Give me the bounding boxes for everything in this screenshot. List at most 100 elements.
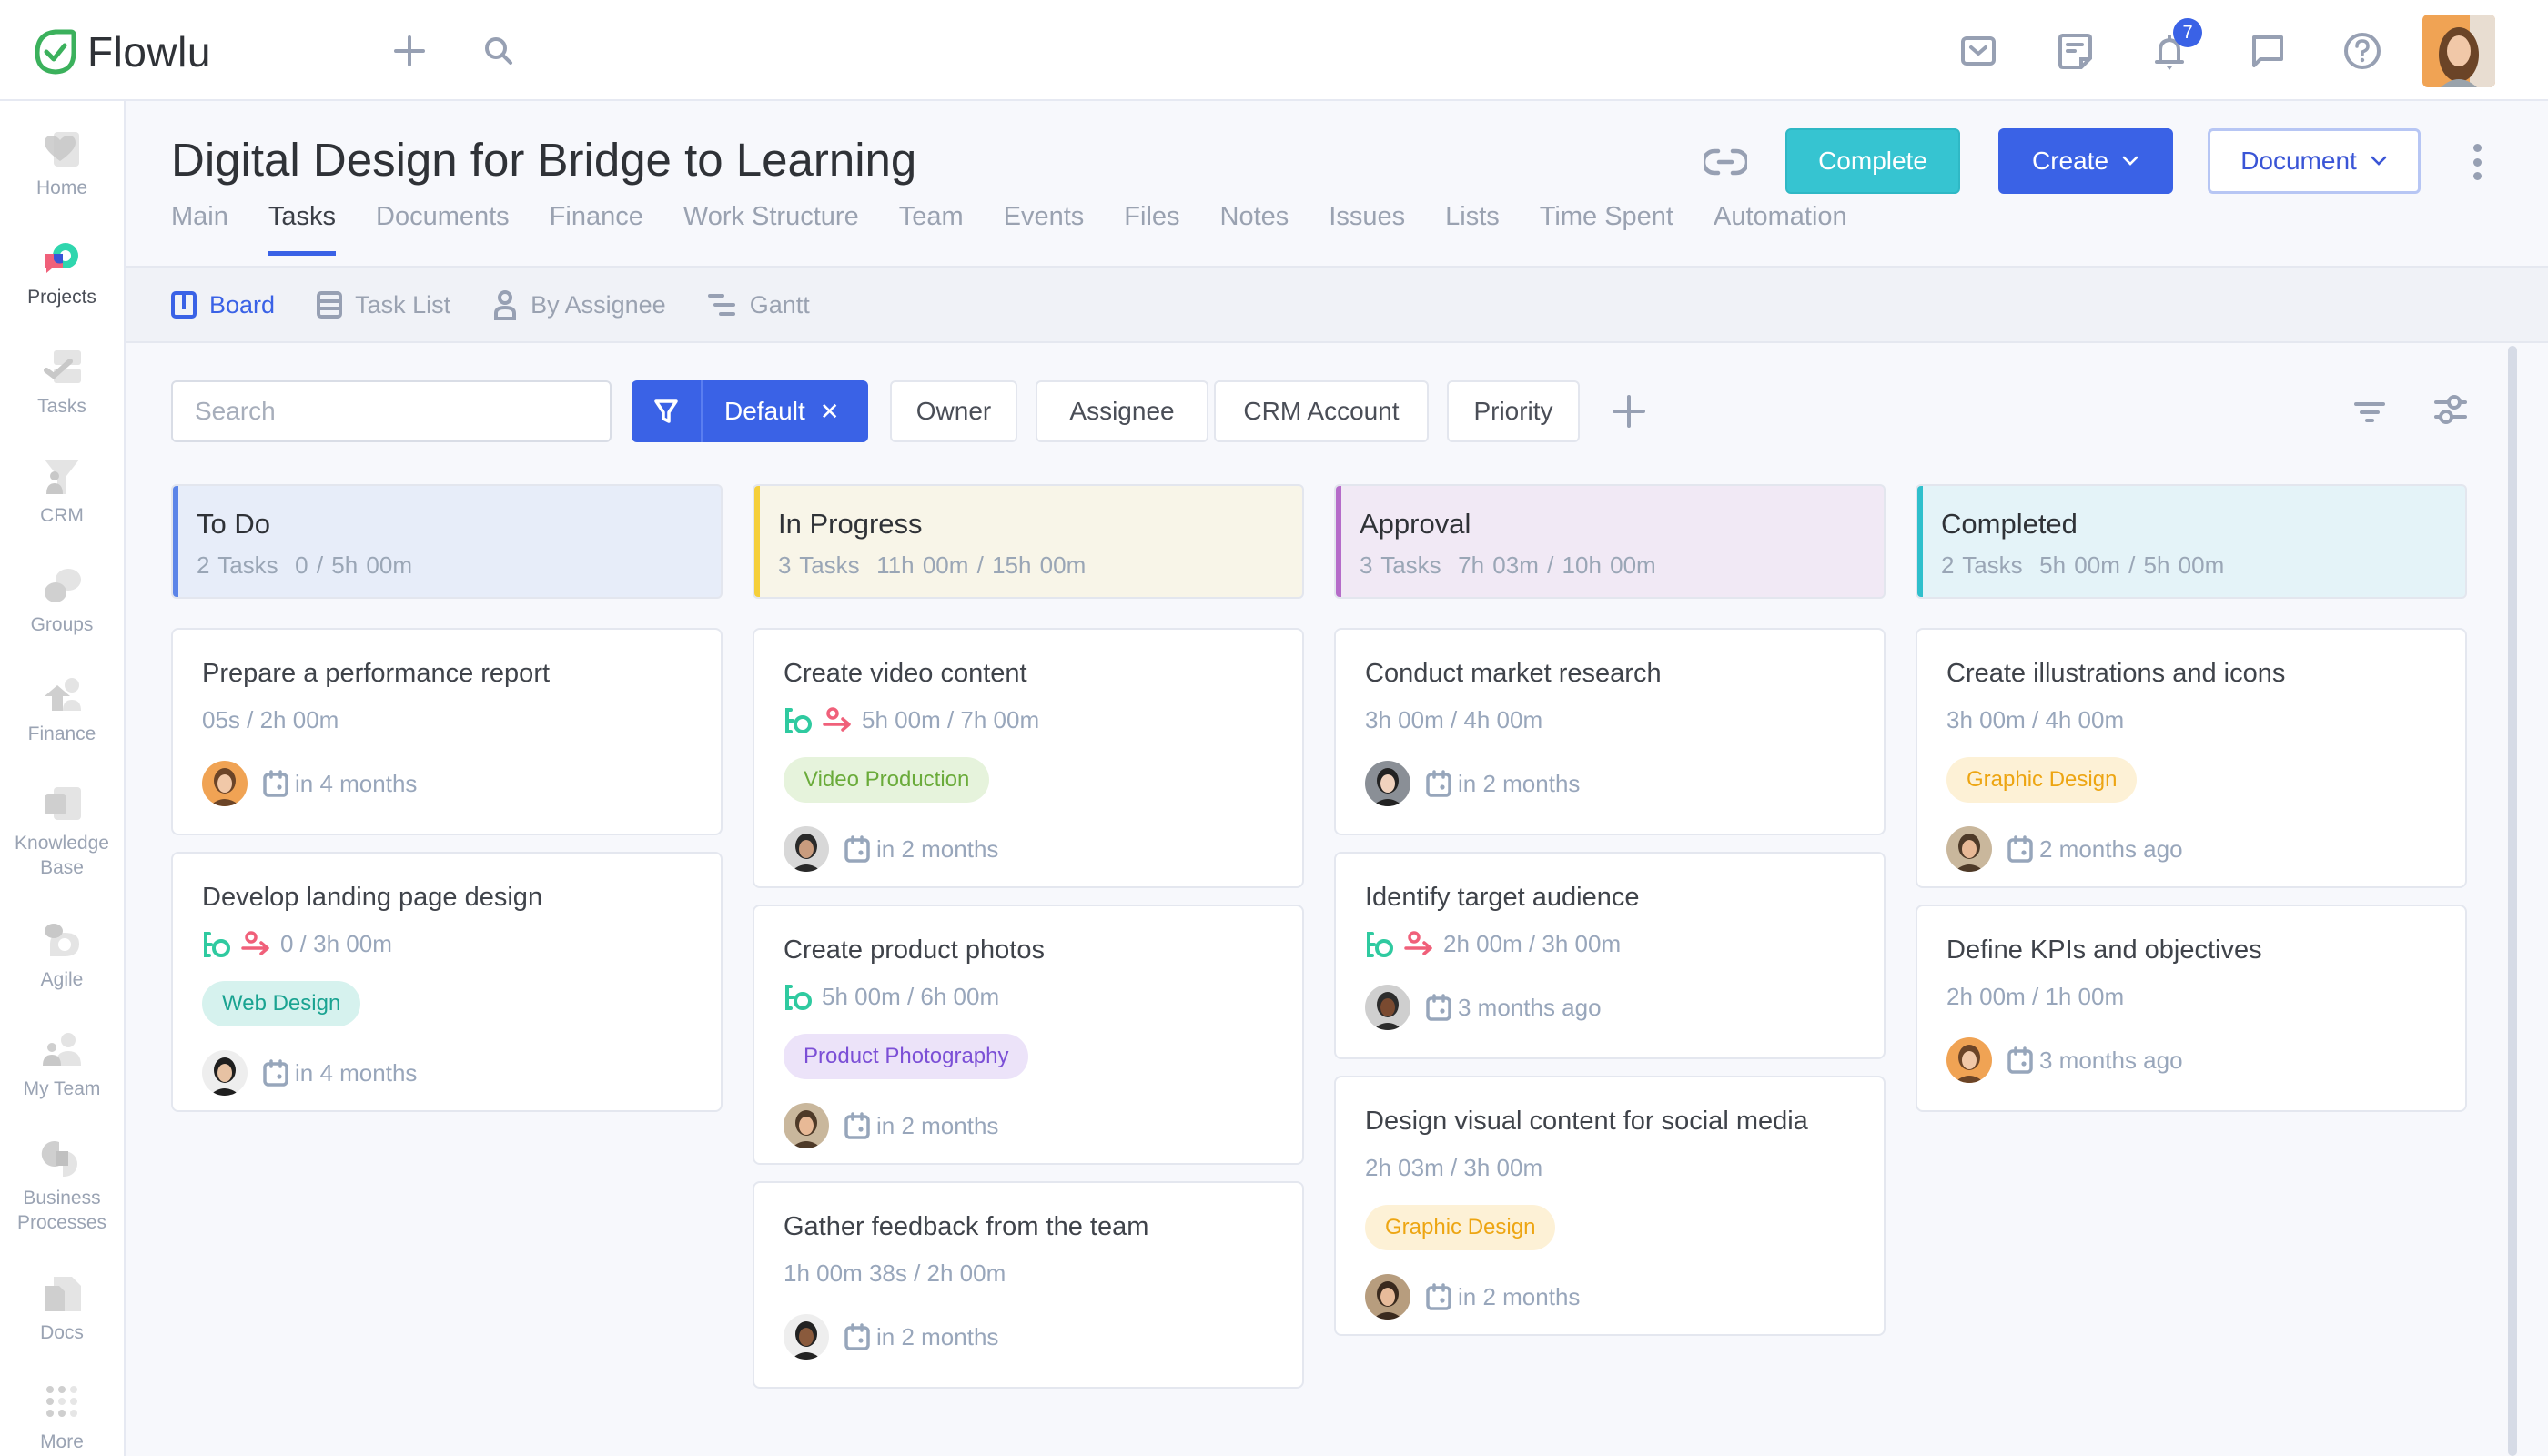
task-card[interactable]: Create video content 5h 00m / 7h 00m Video…	[753, 628, 1304, 888]
assignee-avatar[interactable]	[202, 1050, 248, 1096]
due-date: in 2 months	[1425, 769, 1580, 798]
sidebar-item-groups[interactable]: Groups	[0, 565, 124, 637]
task-title[interactable]: Define KPIs and objectives	[1946, 935, 2262, 966]
add-filter-icon[interactable]	[1611, 393, 1647, 430]
due-date: 3 months ago	[2007, 1046, 2183, 1075]
chat-button[interactable]	[2248, 31, 2288, 71]
tab-finance[interactable]: Finance	[550, 202, 643, 256]
task-card[interactable]: Develop landing page design 0 / 3h 00m Web…	[171, 852, 723, 1112]
tab-main[interactable]: Main	[171, 202, 228, 256]
clear-filter-icon[interactable]: ✕	[820, 398, 840, 426]
more-options-icon[interactable]	[2470, 144, 2484, 180]
tab-team[interactable]: Team	[899, 202, 964, 256]
sidebar-item-home[interactable]: Home	[0, 128, 124, 200]
view-gantt[interactable]: Gantt	[707, 289, 810, 320]
tab-work-structure[interactable]: Work Structure	[683, 202, 859, 256]
tab-files[interactable]: Files	[1124, 202, 1179, 256]
task-tag[interactable]: Video Production	[784, 757, 990, 803]
task-card[interactable]: Prepare a performance report 05s / 2h 00m…	[171, 628, 723, 835]
complete-button[interactable]: Complete	[1785, 128, 1960, 194]
assignee-avatar[interactable]	[1365, 985, 1410, 1030]
task-tag[interactable]: Product Photography	[784, 1034, 1029, 1079]
sidebar-item-docs[interactable]: Docs	[0, 1273, 124, 1345]
assignee-avatar[interactable]	[784, 1314, 829, 1360]
view-task-list[interactable]: Task List	[317, 289, 450, 320]
task-title[interactable]: Create product photos	[784, 935, 1045, 966]
task-title[interactable]: Create video content	[784, 659, 1027, 689]
help-button[interactable]	[2342, 31, 2382, 71]
sidebar-item-agile[interactable]: Agile	[0, 920, 124, 992]
assignee-avatar[interactable]	[1365, 761, 1410, 806]
task-title[interactable]: Identify target audience	[1365, 883, 1639, 913]
assignee-avatar[interactable]	[202, 761, 248, 806]
task-time: 05s / 2h 00m	[202, 706, 339, 733]
add-button[interactable]	[389, 31, 430, 71]
tab-issues[interactable]: Issues	[1329, 202, 1405, 256]
task-title[interactable]: Gather feedback from the team	[784, 1212, 1148, 1242]
help-icon	[2344, 33, 2381, 69]
create-button[interactable]: Create	[1998, 128, 2173, 194]
task-card[interactable]: Identify target audience 2h 00m / 3h 00m 3…	[1334, 852, 1886, 1059]
tab-automation[interactable]: Automation	[1714, 202, 1847, 256]
copy-link-icon[interactable]	[1704, 146, 1747, 178]
task-footer: in 2 months	[784, 826, 998, 872]
sidebar-item-crm[interactable]: CRM	[0, 456, 124, 528]
default-filter-button[interactable]: Default ✕	[632, 380, 868, 442]
sidebar-item-my-team[interactable]: My Team	[0, 1029, 124, 1101]
board-settings-icon[interactable]	[2433, 391, 2468, 428]
board-scrollbar[interactable]	[2508, 346, 2517, 1456]
subtasks-icon	[1367, 931, 1393, 957]
filter-owner[interactable]: Owner	[890, 380, 1017, 442]
task-title[interactable]: Prepare a performance report	[202, 659, 550, 689]
user-avatar[interactable]	[2422, 15, 2495, 87]
document-button[interactable]: Document	[2208, 128, 2421, 194]
sidebar-item-projects[interactable]: Projects	[0, 238, 124, 309]
due-date: in 4 months	[262, 1058, 417, 1087]
sidebar-item-finance[interactable]: Finance	[0, 674, 124, 746]
task-card[interactable]: Conduct market research 3h 00m / 4h 00m in…	[1334, 628, 1886, 835]
filter-crm-account[interactable]: CRM Account	[1214, 380, 1429, 442]
filter-assignee[interactable]: Assignee	[1036, 380, 1208, 442]
task-tag[interactable]: Web Design	[202, 981, 361, 1026]
sidebar-item-more[interactable]: More	[0, 1382, 124, 1454]
task-card[interactable]: Design visual content for social media 2h…	[1334, 1076, 1886, 1336]
notifications-button[interactable]: 7	[2149, 18, 2202, 71]
knowledge-base-icon	[45, 787, 81, 820]
task-title[interactable]: Create illustrations and icons	[1946, 659, 2285, 689]
notes-button[interactable]	[2055, 31, 2095, 71]
task-card[interactable]: Create product photos 5h 00m / 6h 00m Prod…	[753, 905, 1304, 1165]
task-tag[interactable]: Graphic Design	[1946, 757, 2138, 803]
delegated-icon	[1404, 930, 1432, 956]
tab-time-spent[interactable]: Time Spent	[1540, 202, 1673, 256]
search-button[interactable]	[479, 31, 519, 71]
sidebar-item-business-processes[interactable]: Business Processes	[0, 1138, 124, 1235]
task-card[interactable]: Create illustrations and icons 3h 00m / 4…	[1916, 628, 2467, 888]
tab-lists[interactable]: Lists	[1445, 202, 1500, 256]
mail-button[interactable]	[1958, 31, 1998, 71]
filter-priority[interactable]: Priority	[1447, 380, 1580, 442]
assignee-avatar[interactable]	[1946, 1037, 1992, 1083]
tab-documents[interactable]: Documents	[376, 202, 510, 256]
assignee-avatar[interactable]	[784, 1103, 829, 1148]
view-board[interactable]: Board	[171, 289, 275, 320]
sort-icon[interactable]	[2353, 397, 2386, 428]
calendar-icon	[1426, 1283, 1451, 1310]
sidebar-item-knowledge-base[interactable]: Knowledge Base	[0, 784, 124, 880]
search-input[interactable]	[171, 380, 612, 442]
task-card[interactable]: Gather feedback from the team 1h 00m 38s …	[753, 1181, 1304, 1389]
task-title[interactable]: Conduct market research	[1365, 659, 1662, 689]
tab-notes[interactable]: Notes	[1220, 202, 1289, 256]
task-card[interactable]: Define KPIs and objectives 2h 00m / 1h 00…	[1916, 905, 2467, 1112]
notes-icon	[2058, 34, 2092, 69]
assignee-avatar[interactable]	[1946, 826, 1992, 872]
view-by-assignee[interactable]: By Assignee	[492, 289, 666, 320]
assignee-avatar[interactable]	[784, 826, 829, 872]
task-tag[interactable]: Graphic Design	[1365, 1205, 1556, 1250]
tab-events[interactable]: Events	[1004, 202, 1085, 256]
assignee-avatar[interactable]	[1365, 1274, 1410, 1320]
tab-tasks[interactable]: Tasks	[268, 202, 337, 256]
task-title[interactable]: Design visual content for social media	[1365, 1107, 1808, 1137]
logo[interactable]: Flowlu	[35, 27, 211, 76]
sidebar-item-tasks[interactable]: Tasks	[0, 347, 124, 419]
task-title[interactable]: Develop landing page design	[202, 883, 542, 913]
